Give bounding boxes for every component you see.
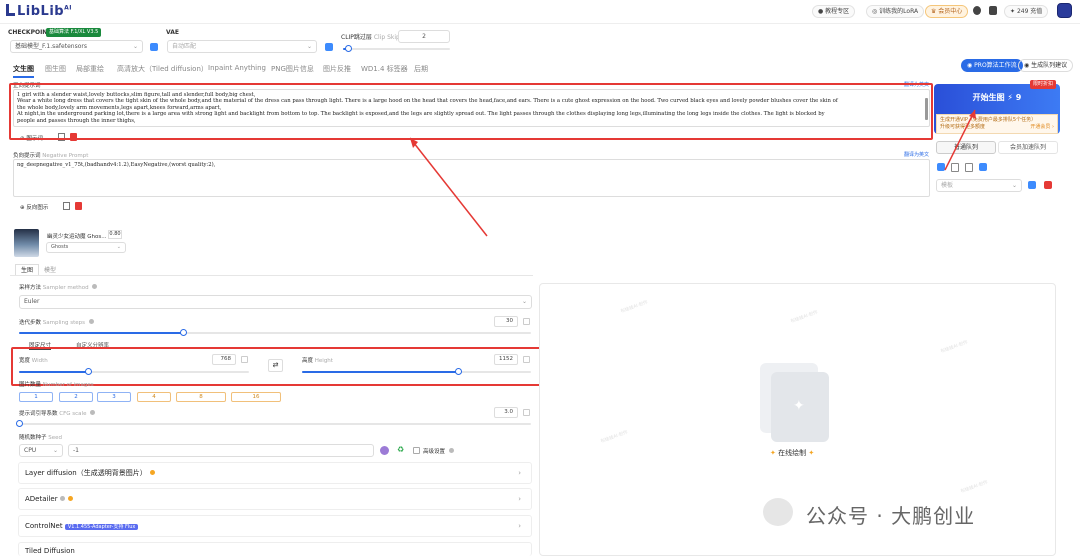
- arrow-to-generate: [944, 109, 976, 171]
- arrow-to-prompt: [409, 137, 488, 237]
- arrow-head: [969, 110, 976, 119]
- annotation-arrows: [409, 109, 976, 237]
